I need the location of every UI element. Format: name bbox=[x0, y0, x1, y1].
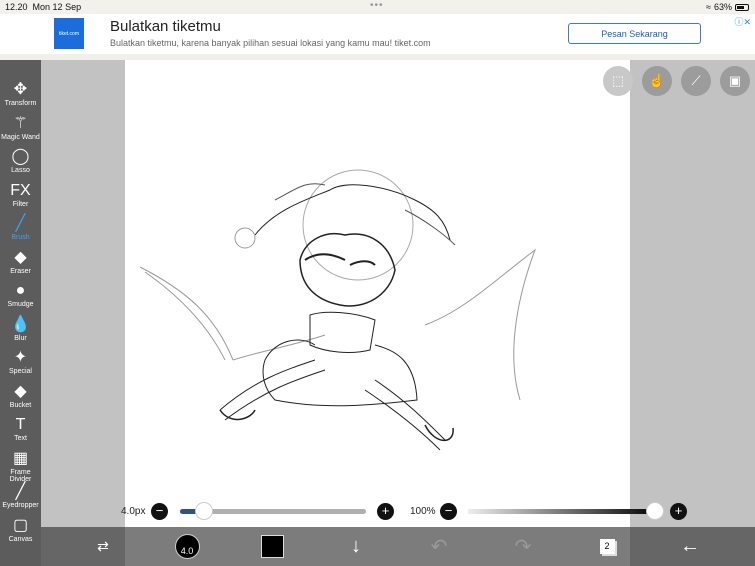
tool-label: Brush bbox=[11, 234, 30, 241]
tool-brush[interactable]: ╱ Brush bbox=[0, 214, 41, 241]
tool-blur[interactable]: 💧 Blur bbox=[0, 315, 41, 342]
arrow-left-icon: ← bbox=[680, 535, 700, 557]
tool-label: Text bbox=[14, 435, 27, 442]
ad-close-icon[interactable]: ⓘ✕ bbox=[734, 15, 751, 28]
bottom-toolbar: ⇄ 4.0 ↓ ↶ ↷ 2 ← bbox=[41, 527, 755, 566]
frame-divider-icon: ▦ bbox=[12, 449, 29, 467]
tool-special[interactable]: ✦ Special bbox=[0, 348, 41, 375]
tool-smudge[interactable]: ● Smudge bbox=[0, 281, 41, 308]
tool-sidebar: ✥ Transform ⚚ Magic Wand ◯ Lasso FX Filter ╱ Brus… bbox=[0, 60, 41, 566]
size-minus-button[interactable]: − bbox=[151, 503, 168, 520]
size-plus-button[interactable]: + bbox=[377, 503, 394, 520]
tool-transform[interactable]: ✥ Transform bbox=[0, 80, 41, 107]
magic-wand-icon: ⚚ bbox=[13, 114, 28, 132]
current-color-swatch bbox=[260, 535, 284, 558]
tool-label: Eraser bbox=[10, 267, 31, 275]
lasso-icon: ◯ bbox=[11, 148, 30, 165]
brush-icon: ╱ bbox=[15, 215, 26, 232]
brush-size-slider[interactable] bbox=[180, 502, 366, 520]
opacity-slider[interactable] bbox=[468, 502, 664, 520]
opacity-minus-button[interactable]: − bbox=[440, 503, 457, 520]
undo-button[interactable]: ↶ bbox=[424, 527, 454, 566]
ad-title: Bulatkan tiketmu bbox=[110, 18, 221, 35]
ad-subtitle: Bulatkan tiketmu, karena banyak pilihan … bbox=[110, 38, 431, 48]
tool-label: Smudge bbox=[7, 301, 34, 308]
tool-label: Blur bbox=[14, 334, 27, 342]
tool-canvas[interactable]: ▢ Canvas bbox=[0, 516, 41, 543]
ad-banner[interactable]: tiket.com Bulatkan tiketmu Bulatkan tike… bbox=[0, 14, 755, 54]
tool-filter[interactable]: FX Filter bbox=[0, 181, 41, 208]
wifi-icon: ≈ bbox=[706, 2, 711, 12]
image-button[interactable]: ▣ bbox=[720, 66, 750, 96]
blur-icon: 💧 bbox=[10, 315, 31, 333]
swap-tool-button[interactable]: ⇄ bbox=[83, 527, 123, 566]
opacity-slider-thumb[interactable] bbox=[646, 502, 664, 520]
canvas-icon: ▢ bbox=[12, 516, 29, 534]
brush-size-button[interactable]: 4.0 bbox=[172, 527, 202, 566]
sketch-drawing bbox=[139, 169, 537, 451]
tool-label: Lasso bbox=[11, 167, 30, 174]
special-icon: ✦ bbox=[13, 349, 28, 366]
opacity-plus-button[interactable]: + bbox=[670, 503, 687, 520]
redo-button[interactable]: ↷ bbox=[508, 527, 538, 566]
ad-logo: tiket.com bbox=[54, 18, 84, 49]
back-button[interactable]: ← bbox=[675, 527, 705, 566]
tool-label: Magic Wand bbox=[1, 133, 40, 141]
tool-label: Eyedropper bbox=[2, 502, 39, 509]
redo-icon: ↷ bbox=[514, 536, 532, 558]
tool-label: Special bbox=[9, 368, 32, 375]
color-button[interactable] bbox=[257, 527, 287, 566]
tool-eyedropper[interactable]: ╱ Eyedropper bbox=[0, 482, 41, 509]
tool-label: Filter bbox=[12, 200, 29, 208]
size-slider-thumb[interactable] bbox=[195, 502, 213, 520]
tool-bucket[interactable]: ◆ Bucket bbox=[0, 382, 41, 409]
battery-icon bbox=[735, 3, 749, 11]
tool-text[interactable]: T Text bbox=[0, 415, 41, 442]
eraser-icon: ◆ bbox=[14, 248, 27, 266]
brush-size-badge: 4.0 bbox=[174, 534, 200, 559]
ruler-button[interactable]: ⟋ bbox=[681, 66, 711, 96]
smudge-icon: ● bbox=[15, 282, 26, 299]
tool-label: Canvas bbox=[8, 535, 33, 543]
ruler-icon: ⟋ bbox=[691, 73, 701, 88]
image-icon: ▣ bbox=[728, 73, 742, 88]
filter-icon: FX bbox=[10, 181, 31, 199]
opacity-label: 100% bbox=[410, 506, 436, 517]
tool-label: Frame Divider bbox=[9, 468, 32, 483]
tool-eraser[interactable]: ◆ Eraser bbox=[0, 248, 41, 275]
tool-label: Transform bbox=[4, 100, 37, 107]
tool-magic-wand[interactable]: ⚚ Magic Wand bbox=[0, 114, 41, 141]
status-bar: 12.20 Mon 12 Sep ••• ≈63% bbox=[0, 0, 755, 14]
drawing-canvas[interactable] bbox=[125, 60, 630, 527]
arrow-down-icon: ↓ bbox=[351, 535, 361, 557]
brush-size-label: 4.0px bbox=[121, 506, 146, 517]
download-button[interactable]: ↓ bbox=[341, 527, 371, 566]
battery-percent: 63% bbox=[713, 2, 732, 12]
layers-button[interactable]: 2 bbox=[592, 527, 622, 566]
tool-label: Bucket bbox=[9, 401, 32, 409]
transform-icon: ✥ bbox=[13, 81, 28, 98]
selection-button[interactable]: ⬚ bbox=[603, 66, 633, 96]
hand-icon: ☝ bbox=[648, 73, 666, 88]
gesture-button[interactable]: ☝ bbox=[642, 66, 672, 96]
tool-frame-divider[interactable]: ▦ Frame Divider bbox=[0, 449, 41, 483]
undo-icon: ↶ bbox=[430, 536, 448, 558]
bucket-icon: ◆ bbox=[14, 382, 27, 400]
brush-eraser-swap-icon: ⇄ bbox=[97, 538, 109, 554]
multitask-dots[interactable]: ••• bbox=[370, 0, 384, 11]
layer-count: 2 bbox=[599, 539, 615, 554]
selection-icon: ⬚ bbox=[611, 73, 625, 88]
text-icon: T bbox=[15, 416, 26, 433]
tool-lasso[interactable]: ◯ Lasso bbox=[0, 147, 41, 174]
eyedropper-icon: ╱ bbox=[15, 483, 26, 500]
ad-cta-button[interactable]: Pesan Sekarang bbox=[568, 23, 701, 44]
status-time: 12.20 Mon 12 Sep bbox=[5, 2, 82, 12]
